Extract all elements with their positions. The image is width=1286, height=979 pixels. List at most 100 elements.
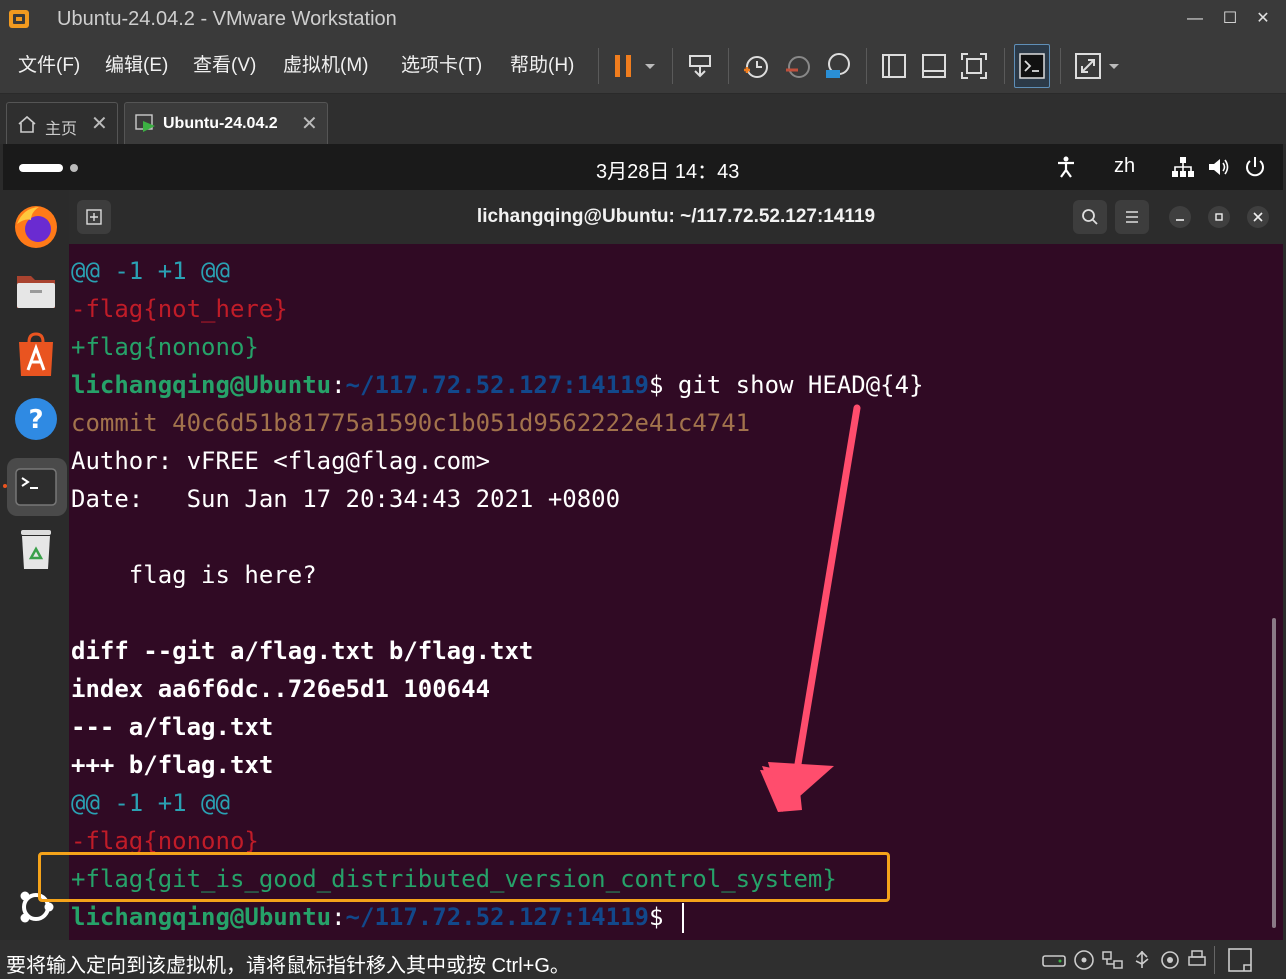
terminal-line: Author: vFREE <flag@flag.com> [71, 447, 491, 475]
terminal-restore-button[interactable] [1208, 206, 1230, 228]
toolbar-separator [728, 48, 729, 84]
terminal-icon [1019, 53, 1045, 79]
activities-indicator[interactable] [19, 164, 63, 172]
flag-highlight-box [38, 852, 890, 902]
terminal-minimize-button[interactable] [1169, 206, 1191, 228]
menu-file[interactable]: 文件(F) [18, 50, 80, 77]
menu-edit[interactable]: 编辑(E) [105, 50, 168, 77]
text-cursor [681, 903, 684, 933]
printer-icon[interactable] [1186, 948, 1208, 972]
terminal-line: --- a/flag.txt [71, 713, 274, 741]
toolbar-separator [672, 48, 673, 84]
terminal-line: index aa6f6dc..726e5d1 100644 [71, 675, 491, 703]
terminal-line: flag is here? [71, 561, 317, 589]
message-log-icon[interactable] [1226, 946, 1254, 974]
prompt-colon: : [331, 371, 346, 399]
revert-snapshot-icon[interactable] [782, 50, 814, 82]
maximize-button[interactable]: ☐ [1215, 6, 1245, 32]
files-icon[interactable] [11, 266, 61, 316]
fullscreen-icon[interactable] [958, 50, 990, 82]
volume-icon[interactable] [1207, 156, 1231, 178]
minimize-button[interactable]: — [1180, 6, 1210, 32]
network-adapter-icon[interactable] [1100, 948, 1126, 972]
hamburger-icon [1126, 211, 1138, 223]
prompt-line: lichangqing@Ubuntu:~/117.72.52.127:14119… [71, 898, 684, 936]
terminal-line: @@ -1 +1 @@ [71, 257, 230, 285]
tab-bar: 主页 ✕ Ubuntu-24.04.2 ✕ [0, 94, 1286, 144]
menu-view[interactable]: 查看(V) [193, 50, 256, 77]
menu-button[interactable] [1115, 200, 1149, 234]
tab-home-label: 主页 [45, 121, 78, 138]
trash-icon[interactable] [11, 524, 61, 574]
menu-vm[interactable]: 虚拟机(M) [283, 50, 368, 77]
close-icon [1253, 212, 1263, 222]
network-icon[interactable] [1171, 156, 1195, 178]
menu-tabs[interactable]: 选项卡(T) [401, 50, 482, 77]
terminal-output[interactable]: @@ -1 +1 @@ -flag{not_here} +flag{nonono… [69, 244, 1283, 940]
library-view-icon[interactable] [878, 50, 910, 82]
gnome-top-bar: 3月28日 14：43 zh [3, 144, 1283, 190]
clock[interactable]: 3月28日 14：43 [596, 155, 739, 184]
prompt-line: lichangqing@Ubuntu:~/117.72.52.127:14119… [71, 366, 924, 404]
help-icon[interactable]: ? [11, 394, 61, 444]
vmware-title-bar: Ubuntu-24.04.2 - VMware Workstation — ☐ … [0, 0, 1286, 38]
chevron-down-icon[interactable] [640, 50, 660, 82]
vmware-logo-icon [9, 10, 29, 28]
status-bar: 要将输入定向到该虚拟机，请将鼠标指针移入其中或按 Ctrl+G。 [0, 940, 1286, 979]
search-button[interactable] [1073, 200, 1107, 234]
svg-text:?: ? [28, 405, 43, 435]
usb-icon[interactable] [1130, 948, 1154, 972]
terminal-line: @@ -1 +1 @@ [71, 789, 230, 817]
chevron-down-icon[interactable] [1104, 50, 1124, 82]
toolbar-separator [598, 48, 599, 84]
console-view-toggle[interactable] [1014, 44, 1050, 88]
tab-home-close-icon[interactable]: ✕ [91, 111, 108, 136]
toolbar-separator [1004, 48, 1005, 84]
tab-ubuntu-close-icon[interactable]: ✕ [301, 111, 318, 136]
minimize-icon [1176, 219, 1184, 221]
terminal-scrollbar[interactable] [1272, 618, 1276, 928]
stretch-icon[interactable] [1072, 50, 1104, 82]
hard-disk-icon[interactable] [1040, 948, 1068, 972]
terminal-line: commit 40c6d51b81775a1590c1b051d9562222e… [71, 409, 751, 437]
status-message: 要将输入定向到该虚拟机，请将鼠标指针移入其中或按 Ctrl+G。 [6, 955, 570, 977]
toolbar-separator [1060, 48, 1061, 84]
terminal-close-button[interactable] [1247, 206, 1269, 228]
tab-ubuntu-label: Ubuntu-24.04.2 [163, 115, 278, 132]
firefox-icon[interactable] [11, 202, 61, 252]
close-button[interactable]: ✕ [1248, 6, 1278, 32]
terminal-headerbar: lichangqing@Ubuntu: ~/117.72.52.127:1411… [69, 190, 1283, 244]
running-indicator [3, 484, 7, 488]
tab-ubuntu[interactable]: Ubuntu-24.04.2 ✕ [124, 102, 328, 144]
sound-card-icon[interactable] [1158, 948, 1182, 972]
thumbnail-view-icon[interactable] [918, 50, 950, 82]
prompt-command: $ [648, 903, 678, 931]
window-title: Ubuntu-24.04.2 - VMware Workstation [57, 8, 397, 30]
prompt-path: ~/117.72.52.127:14119 [345, 371, 649, 399]
home-icon [18, 115, 36, 133]
search-icon [1082, 209, 1098, 225]
snapshot-icon[interactable] [740, 50, 772, 82]
terminal-line: -flag{not_here} [71, 295, 288, 323]
cd-dvd-icon[interactable] [1072, 948, 1096, 972]
terminal-app-icon[interactable] [11, 462, 61, 512]
pause-icon[interactable] [608, 50, 640, 82]
menu-bar: 文件(F) 编辑(E) 查看(V) 虚拟机(M) 选项卡(T) 帮助(H) [0, 38, 1286, 94]
vm-running-icon [135, 114, 155, 132]
snapshot-manager-icon[interactable] [822, 50, 854, 82]
app-center-icon[interactable] [11, 330, 61, 380]
prompt-user: lichangqing@Ubuntu [71, 371, 332, 399]
ubuntu-dock: ? [3, 190, 69, 940]
prompt-path: ~/117.72.52.127:14119 [345, 903, 649, 931]
prompt-command: $ git show HEAD@{4} [648, 371, 924, 399]
terminal-line: +++ b/flag.txt [71, 751, 274, 779]
power-icon[interactable] [1243, 155, 1267, 179]
send-ctrl-alt-del-icon[interactable] [684, 50, 716, 82]
accessibility-icon[interactable] [1055, 155, 1077, 179]
menu-help[interactable]: 帮助(H) [510, 50, 574, 77]
input-method-indicator[interactable]: zh [1114, 155, 1135, 178]
prompt-user: lichangqing@Ubuntu [71, 903, 332, 931]
terminal-line: +flag{nonono} [71, 333, 259, 361]
tab-home[interactable]: 主页 ✕ [6, 102, 118, 144]
prompt-colon: : [331, 903, 346, 931]
